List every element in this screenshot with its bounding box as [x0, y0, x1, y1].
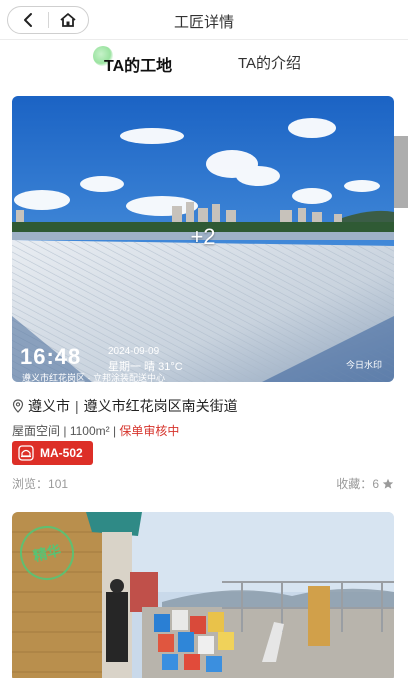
location-divider: | — [75, 398, 79, 414]
tab-worksites[interactable]: TA的工地 — [104, 52, 172, 76]
worksite-photo[interactable]: 精华 — [12, 512, 394, 678]
photo-stamp-date: 2024-09-09 — [108, 346, 160, 357]
page-title: 工匠详情 — [173, 14, 234, 31]
product-badge: MA-502 — [12, 441, 93, 465]
scrollbar-thumb[interactable] — [394, 136, 408, 208]
star-icon — [382, 478, 394, 489]
worksite-meta: 屋面空间 | 1100m² | 保单审核中 — [12, 422, 179, 439]
location-city: 遵义市 — [28, 398, 70, 414]
views-count: 浏览：101 — [12, 475, 68, 492]
worksite-card[interactable]: 精华 — [0, 500, 408, 678]
favorites-value: 6 — [372, 476, 379, 491]
views-value: 101 — [48, 477, 69, 491]
favorites-label: 收藏： — [336, 477, 373, 491]
worksite-location: 遵义市 | 遵义市红花岗区南关街道 — [12, 396, 238, 416]
area-size: 1100m² — [69, 424, 110, 438]
space-type: 屋面空间 — [12, 424, 61, 438]
tab-bar: TA的工地 TA的介绍 — [0, 40, 408, 84]
worksite-card[interactable]: +2 16:48 2024-09-09 星期一 晴 31°C 遵义市红花岗区 ·… — [0, 84, 408, 504]
top-bar: 工匠详情 — [0, 0, 408, 40]
photo-stamp-time: 16:48 — [20, 344, 82, 369]
favorites-count[interactable]: 收藏： 6 — [336, 475, 394, 492]
views-label: 浏览： — [12, 477, 49, 491]
badge-code: MA-502 — [40, 446, 83, 460]
helmet-icon — [18, 445, 34, 461]
more-images-count: +2 — [190, 224, 216, 249]
photo-stamp-logo: 今日水印 — [345, 360, 382, 370]
insurance-status: 保单审核中 — [119, 424, 180, 438]
tab-introduction[interactable]: TA的介绍 — [238, 52, 301, 73]
location-pin-icon — [12, 399, 24, 413]
photo-stamp-address: 遵义市红花岗区 · 立邦涂装配送中心 — [22, 373, 165, 382]
location-address: 遵义市红花岗区南关街道 — [83, 398, 238, 414]
worksite-photo[interactable]: +2 16:48 2024-09-09 星期一 晴 31°C 遵义市红花岗区 ·… — [12, 96, 394, 382]
